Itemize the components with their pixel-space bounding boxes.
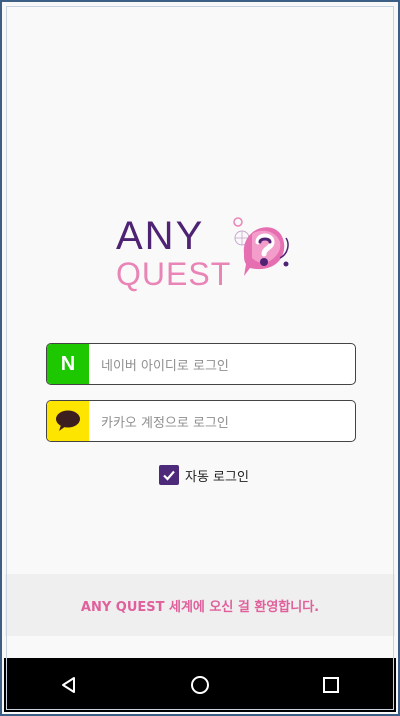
kakao-login-label: 카카오 계정으로 로그인 <box>101 415 229 431</box>
back-triangle-icon <box>62 677 76 693</box>
speech-bubble-question-icon <box>233 217 289 276</box>
checkbox-checked-icon[interactable] <box>159 465 179 485</box>
welcome-banner: ANY QUEST 세계에 오신 걸 환영합니다. <box>5 574 395 636</box>
check-icon <box>163 470 175 481</box>
logo-text-quest: QUEST <box>116 256 232 292</box>
chat-bubble-icon <box>47 401 89 441</box>
naver-login-label: 네이버 아이디로 로그인 <box>101 358 229 374</box>
system-nav-bar <box>4 658 396 712</box>
kakao-chat-icon <box>56 410 80 431</box>
naver-login-button[interactable]: N 네이버 아이디로 로그인 <box>46 343 356 385</box>
auto-login-checkbox[interactable]: 자동 로그인 <box>159 464 249 486</box>
login-screen <box>7 7 393 659</box>
recents-button[interactable] <box>311 665 351 705</box>
home-button[interactable] <box>180 665 220 705</box>
back-button[interactable] <box>49 665 89 705</box>
recents-square-icon <box>322 677 339 693</box>
auto-login-label: 자동 로그인 <box>185 469 249 485</box>
welcome-text: ANY QUEST 세계에 오신 걸 환영합니다. <box>80 599 320 615</box>
naver-logo-icon: N <box>47 344 89 384</box>
logo-text-any: ANY <box>116 214 205 258</box>
naver-badge-text: N <box>60 352 76 375</box>
phone-screen: ANY QUEST N 네이버 아이디로 로그인 카카오 계정으로 로그인 자동… <box>0 0 400 716</box>
app-logo: ANY QUEST <box>112 210 292 300</box>
home-circle-icon <box>190 676 209 694</box>
kakao-login-button[interactable]: 카카오 계정으로 로그인 <box>46 400 356 442</box>
